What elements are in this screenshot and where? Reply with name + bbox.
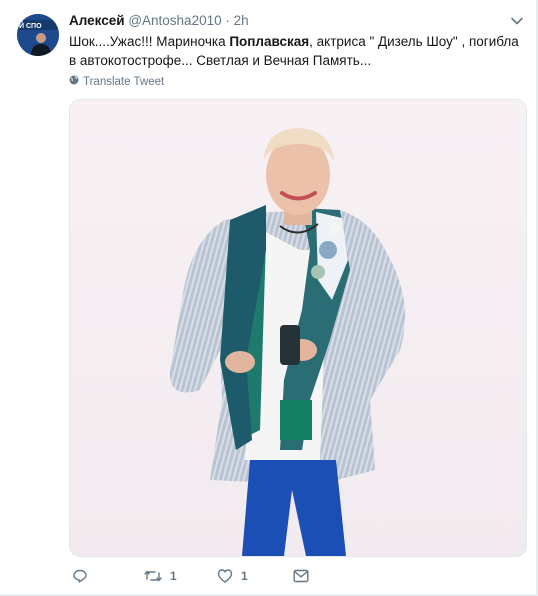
tweet-header: Алексей @Antosha2010 · 2h	[69, 12, 249, 30]
tweet-card[interactable]: Й СПО Алексей @Antosha2010 · 2h Шок....У…	[0, 0, 537, 595]
avatar-text: Й СПО	[19, 21, 42, 30]
retweet-button[interactable]: 1	[144, 568, 217, 584]
chevron-down-icon[interactable]	[510, 14, 524, 28]
envelope-icon	[293, 569, 309, 583]
direct-message-button[interactable]	[293, 569, 309, 583]
translate-tweet-link[interactable]: Translate Tweet	[69, 75, 164, 88]
separator: ·	[225, 13, 230, 28]
tweet-photo[interactable]	[69, 99, 527, 557]
retweet-icon	[144, 568, 162, 584]
tweet-actions: 1 1	[72, 566, 309, 586]
like-button[interactable]: 1	[217, 568, 293, 584]
heart-icon	[217, 568, 233, 584]
globe-icon	[69, 75, 79, 88]
tweet-text-prefix: Шок....Ужас!!! Мариночка	[69, 34, 230, 49]
reply-button[interactable]	[72, 568, 144, 584]
author-handle[interactable]: @Antosha2010	[128, 13, 221, 28]
retweet-count: 1	[170, 569, 177, 583]
tweet-text-bold: Поплавская	[229, 34, 310, 49]
like-count: 1	[241, 569, 248, 583]
avatar[interactable]: Й СПО	[17, 14, 59, 56]
tweet-text: Шок....Ужас!!! Мариночка Поплавская, акт…	[69, 32, 524, 70]
reply-icon	[72, 568, 88, 584]
author-name[interactable]: Алексей	[69, 13, 125, 28]
tweet-time[interactable]: 2h	[234, 13, 249, 28]
translate-label: Translate Tweet	[83, 75, 165, 88]
